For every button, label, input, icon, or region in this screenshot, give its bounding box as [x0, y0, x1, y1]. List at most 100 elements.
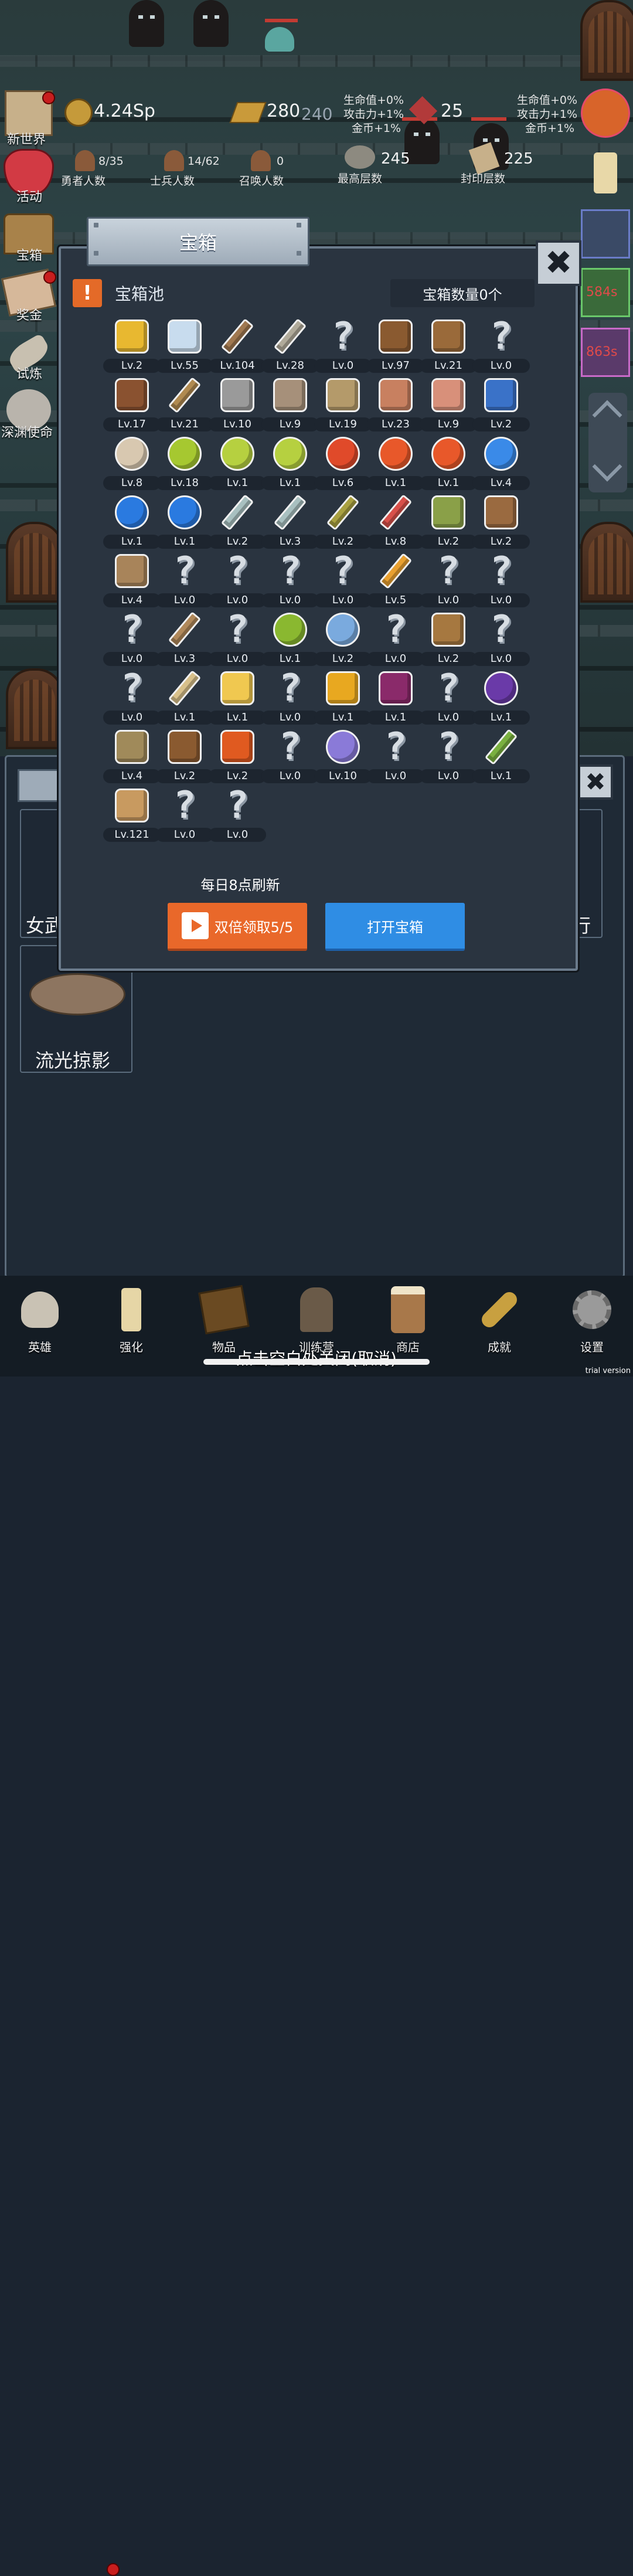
chest-item[interactable]: Lv.1 — [472, 668, 530, 726]
chest-item[interactable]: ? Lv.0 — [367, 608, 424, 667]
chest-item[interactable]: Lv.28 — [261, 317, 319, 374]
item-level: Lv.3 — [261, 535, 319, 549]
chest-item[interactable]: Lv.2 — [472, 492, 530, 550]
chest-item[interactable]: Lv.2 — [472, 375, 530, 433]
chest-item[interactable]: Lv.2 — [420, 610, 477, 667]
chest-item[interactable]: ? Lv.0 — [103, 667, 161, 726]
chest-item[interactable]: Lv.10 — [314, 727, 372, 784]
chest-item[interactable]: Lv.19 — [314, 375, 372, 433]
chevron-down-icon[interactable] — [592, 451, 622, 482]
chest-item[interactable]: ? Lv.0 — [261, 725, 319, 784]
red-flask-shape — [431, 437, 465, 471]
modal-close-button[interactable]: ✖ — [536, 240, 581, 286]
chest-item[interactable]: Lv.3 — [156, 610, 213, 667]
chest-item[interactable]: Lv.4 — [103, 551, 161, 609]
chest-item[interactable]: Lv.21 — [156, 375, 213, 433]
chest-item[interactable]: Lv.1 — [209, 434, 266, 491]
item-level: Lv.18 — [156, 476, 213, 490]
chest-item[interactable]: Lv.21 — [420, 317, 477, 374]
home-indicator[interactable] — [203, 1359, 430, 1365]
chest-item[interactable]: Lv.17 — [103, 375, 161, 433]
chest-item[interactable]: Lv.1 — [209, 668, 266, 726]
chest-item[interactable]: ? Lv.0 — [156, 784, 213, 843]
chest-item[interactable]: Lv.10 — [209, 375, 266, 433]
chest-item[interactable]: ? Lv.0 — [261, 549, 319, 609]
enemy-hp-bar — [471, 117, 506, 121]
chest-item[interactable]: ? Lv.0 — [472, 315, 530, 374]
chest-item[interactable]: Lv.1 — [314, 668, 372, 726]
chest-item[interactable]: ? Lv.0 — [314, 549, 372, 609]
double-claim-button[interactable]: 双倍领取5/5 — [168, 903, 307, 951]
chest-item[interactable]: Lv.2 — [420, 492, 477, 550]
chest-item[interactable]: ? Lv.0 — [209, 784, 266, 843]
pumpkin-button[interactable] — [580, 88, 631, 138]
nav-settings[interactable]: 设置 — [557, 1286, 627, 1357]
chest-item[interactable]: Lv.3 — [261, 492, 319, 550]
open-chest-button[interactable]: 打开宝箱 — [325, 903, 465, 951]
item-level: Lv.2 — [103, 359, 161, 373]
chest-item[interactable]: ? Lv.0 — [314, 315, 372, 374]
chest-item[interactable]: Lv.2 — [103, 317, 161, 374]
chest-item[interactable]: Lv.18 — [156, 434, 213, 491]
skill-slot-1[interactable] — [580, 209, 631, 259]
flour-bowl-shape — [115, 437, 149, 471]
chest-item[interactable]: Lv.23 — [367, 375, 424, 433]
item-level: Lv.0 — [314, 593, 372, 607]
chest-item[interactable]: Lv.121 — [103, 786, 161, 843]
chest-item[interactable]: ? Lv.0 — [420, 725, 477, 784]
chest-item[interactable]: ? Lv.0 — [420, 667, 477, 726]
chest-item[interactable]: Lv.6 — [314, 434, 372, 491]
chest-item[interactable]: Lv.8 — [103, 434, 161, 491]
summon-count-label: 召唤人数 — [239, 175, 284, 188]
chest-item[interactable]: ? Lv.0 — [420, 549, 477, 609]
chest-item[interactable]: Lv.1 — [420, 434, 477, 491]
rivet — [94, 223, 98, 227]
enemy-hp-bar — [265, 19, 298, 22]
unknown-item-icon: ? — [278, 725, 302, 769]
chest-item[interactable]: Lv.1 — [156, 668, 213, 726]
beer-mug-icon — [114, 788, 149, 823]
chest-item[interactable]: Lv.55 — [156, 317, 213, 374]
item-level: Lv.10 — [314, 769, 372, 783]
nav-upgrade[interactable]: 强化 — [96, 1286, 166, 1357]
chest-item[interactable]: Lv.2 — [314, 492, 372, 550]
chest-item[interactable]: Lv.4 — [103, 727, 161, 784]
chest-item[interactable]: Lv.1 — [261, 610, 319, 667]
floor-scroller[interactable] — [588, 393, 627, 492]
gear-icon — [573, 1290, 611, 1329]
chest-item[interactable]: ? Lv.0 — [472, 549, 530, 609]
chest-item[interactable]: Lv.1 — [367, 668, 424, 726]
underlying-close-button[interactable]: ✖ — [578, 764, 613, 800]
chest-item[interactable]: Lv.5 — [367, 551, 424, 609]
chest-item[interactable]: Lv.9 — [261, 375, 319, 433]
candle-button[interactable] — [580, 148, 631, 198]
chest-item[interactable]: ? Lv.0 — [472, 608, 530, 667]
chest-item[interactable]: Lv.2 — [209, 492, 266, 550]
nav-heroes[interactable]: 英雄 — [5, 1286, 75, 1357]
chest-item[interactable]: ? Lv.0 — [156, 549, 213, 609]
chest-item[interactable]: ? Lv.0 — [209, 608, 266, 667]
chest-item[interactable]: Lv.8 — [367, 492, 424, 550]
unknown-item-icon: ? — [226, 608, 249, 651]
nav-achievements[interactable]: 成就 — [464, 1286, 535, 1357]
chest-item[interactable]: ? Lv.0 — [209, 549, 266, 609]
chest-item[interactable]: Lv.2 — [314, 610, 372, 667]
abyss-mission-label: 深渊使命 — [1, 426, 53, 440]
chest-item[interactable]: Lv.4 — [472, 434, 530, 491]
winged-boot-shape — [431, 495, 465, 529]
chevron-up-icon[interactable] — [592, 400, 622, 430]
chest-item[interactable]: Lv.1 — [261, 434, 319, 491]
chest-item[interactable]: ? Lv.0 — [367, 725, 424, 784]
chest-item[interactable]: Lv.2 — [156, 727, 213, 784]
chest-item[interactable]: ? Lv.0 — [103, 608, 161, 667]
chest-item[interactable]: Lv.1 — [156, 492, 213, 550]
chest-item[interactable]: Lv.1 — [103, 492, 161, 550]
chest-item[interactable]: Lv.1 — [367, 434, 424, 491]
chest-item[interactable]: ? Lv.0 — [261, 667, 319, 726]
chest-item[interactable]: Lv.2 — [209, 727, 266, 784]
chest-item[interactable]: Lv.97 — [367, 317, 424, 374]
chest-item[interactable]: Lv.104 — [209, 317, 266, 374]
item-level: Lv.6 — [314, 476, 372, 490]
chest-item[interactable]: Lv.1 — [472, 727, 530, 784]
chest-item[interactable]: Lv.9 — [420, 375, 477, 433]
